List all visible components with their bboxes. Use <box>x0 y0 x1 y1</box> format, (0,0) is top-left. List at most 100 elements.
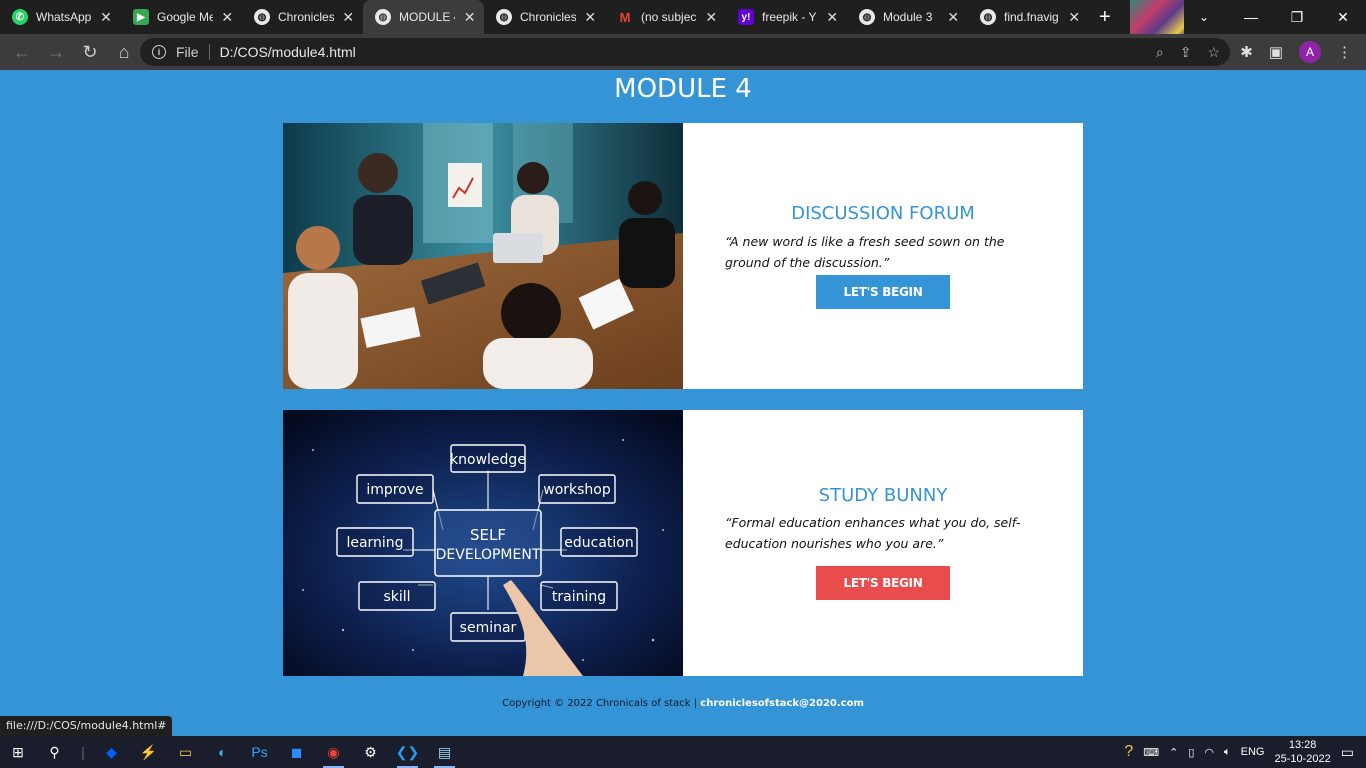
graphic-word: seminar <box>460 620 517 636</box>
meeting-photo <box>283 123 683 389</box>
chrome-icon[interactable]: ◉ <box>315 736 352 768</box>
lets-begin-button[interactable]: LET'S BEGIN <box>816 275 950 309</box>
clock-time: 13:28 <box>1288 739 1317 751</box>
close-window-icon[interactable]: ✕ <box>1320 0 1366 34</box>
back-arrow-icon[interactable]: ← <box>6 36 38 68</box>
tab-find-fnavig[interactable]: ◍ find.fnavig ✕ <box>968 0 1089 34</box>
side-panel-icon[interactable]: ▣ <box>1269 43 1283 61</box>
new-tab-button[interactable]: + <box>1089 0 1121 34</box>
toolbar-right: ✱ ▣ A ⋮ <box>1240 34 1366 70</box>
clock[interactable]: 13:28 25-10-2022 <box>1274 738 1330 766</box>
tab-chronicles-1[interactable]: ◍ Chronicles ✕ <box>242 0 363 34</box>
graphic-center-word-2: DEVELOPMENT <box>436 547 541 563</box>
lets-begin-button[interactable]: LET'S BEGIN <box>816 566 950 600</box>
card-quote: “Formal education enhances what you do, … <box>725 515 1021 551</box>
close-icon[interactable]: ✕ <box>1068 9 1081 26</box>
bookmark-star-icon[interactable]: ☆ <box>1207 44 1220 61</box>
windows-start-icon[interactable]: ⊞ <box>0 736 36 768</box>
share-icon[interactable]: ⇪ <box>1180 44 1192 61</box>
tab-module-4[interactable]: ◍ MODULE 4 ✕ <box>363 0 484 34</box>
tab-gmail[interactable]: M (no subjec ✕ <box>605 0 726 34</box>
tab-google-meet[interactable]: ▶ Google Me ✕ <box>121 0 242 34</box>
tab-freepik[interactable]: y! freepik - Y ✕ <box>726 0 847 34</box>
tab-module-3[interactable]: ◍ Module 3 ✕ <box>847 0 968 34</box>
tab-chronicles-2[interactable]: ◍ Chronicles ✕ <box>484 0 605 34</box>
scheme-label: File <box>176 44 199 60</box>
close-icon[interactable]: ✕ <box>584 9 597 26</box>
zoom-app-icon[interactable]: ◼ <box>278 736 315 768</box>
page-content: MODULE 4 DISCUSSION FORUM “A new word is… <box>0 70 1366 736</box>
browser-toolbar: ← → ↻ ⌂ i File D:/COS/module4.html ⌕ ⇪ ☆ <box>0 34 1366 70</box>
url-text[interactable]: D:/COS/module4.html <box>220 44 356 60</box>
tab-title: MODULE 4 <box>399 10 456 24</box>
edge-icon[interactable]: ◐ <box>204 736 241 768</box>
close-icon[interactable]: ✕ <box>221 9 234 26</box>
gmail-icon: M <box>619 9 631 25</box>
tab-search-chevron-icon[interactable]: ⌄ <box>1184 0 1224 34</box>
close-icon[interactable]: ✕ <box>826 9 839 26</box>
card-heading: STUDY BUNNY <box>818 485 948 506</box>
card-body: STUDY BUNNY “Formal education enhances w… <box>683 410 1083 676</box>
keyboard-icon[interactable]: ⌨ <box>1143 746 1159 759</box>
whatsapp-icon: ✆ <box>12 9 28 25</box>
reload-icon[interactable]: ↻ <box>74 36 106 68</box>
discussion-forum-card: DISCUSSION FORUM “A new word is like a f… <box>283 123 1083 389</box>
tab-title: find.fnavig <box>1004 10 1059 24</box>
home-icon[interactable]: ⌂ <box>108 36 140 68</box>
wifi-icon[interactable]: ◠ <box>1204 746 1214 759</box>
tab-whatsapp[interactable]: ✆ WhatsApp ✕ <box>0 0 121 34</box>
close-icon[interactable]: ✕ <box>99 9 113 26</box>
graphic-word: skill <box>383 589 410 605</box>
graphic-center-word-1: SELF <box>470 526 506 544</box>
vscode-icon[interactable]: ❮❯ <box>389 736 426 768</box>
close-icon[interactable]: ✕ <box>463 9 476 26</box>
footer-email-link[interactable]: chroniclesofstack@2020.com <box>700 698 864 709</box>
close-icon[interactable]: ✕ <box>342 9 355 26</box>
photoshop-icon[interactable]: Ps <box>241 736 278 768</box>
google-meet-icon: ▶ <box>133 9 149 25</box>
windows-taskbar: ⊞ ⚲ | ◆ ⚡ ▭ ◐ Ps ◼ ◉ ⚙ ❮❯ ▤ ? ⌨ ⌃ ▯ ◠ 🔈︎… <box>0 736 1366 768</box>
search-icon[interactable]: ⚲ <box>36 736 73 768</box>
tab-title: Module 3 <box>883 10 933 24</box>
graphic-word: knowledge <box>450 452 526 468</box>
settings-gear-icon[interactable]: ⚙ <box>352 736 389 768</box>
profile-avatar[interactable]: A <box>1299 41 1321 63</box>
minimize-icon[interactable]: — <box>1228 0 1274 34</box>
self-development-graphic: SELF DEVELOPMENT knowledge improve works… <box>283 410 683 676</box>
info-icon[interactable]: i <box>152 45 166 59</box>
page-title: MODULE 4 <box>614 74 752 104</box>
graphic-word: education <box>564 535 633 551</box>
close-icon[interactable]: ✕ <box>947 9 960 26</box>
status-bar-url: file:///D:/COS/module4.html# <box>0 716 173 736</box>
system-tray: ? ⌨ ⌃ ▯ ◠ 🔈︎ ENG 13:28 25-10-2022 ▭ <box>1124 736 1366 768</box>
file-explorer-icon[interactable]: ▭ <box>167 736 204 768</box>
extensions-icon[interactable]: ✱ <box>1240 43 1253 61</box>
address-bar[interactable]: i File D:/COS/module4.html ⌕ ⇪ ☆ <box>140 38 1230 66</box>
notepad-icon[interactable]: ▤ <box>426 736 463 768</box>
close-icon[interactable]: ✕ <box>705 9 718 26</box>
dropbox-icon[interactable]: ◆ <box>93 736 130 768</box>
tab-title: freepik - Y <box>762 10 817 24</box>
window-controls: — ❐ ✕ <box>1228 0 1366 34</box>
zoom-icon[interactable]: ⌕ <box>1156 44 1164 61</box>
study-bunny-card: SELF DEVELOPMENT knowledge improve works… <box>283 410 1083 676</box>
theme-decoration <box>1130 0 1190 34</box>
menu-kebab-icon[interactable]: ⋮ <box>1337 43 1352 61</box>
help-icon[interactable]: ? <box>1124 743 1133 761</box>
meeting-photo-illustration <box>283 123 683 389</box>
self-development-illustration: SELF DEVELOPMENT knowledge improve works… <box>283 410 683 676</box>
chevron-up-icon[interactable]: ⌃ <box>1169 746 1178 759</box>
restore-icon[interactable]: ❐ <box>1274 0 1320 34</box>
battery-icon[interactable]: ▯ <box>1188 746 1194 759</box>
globe-icon: ◍ <box>496 9 512 25</box>
language-indicator[interactable]: ENG <box>1241 746 1265 758</box>
globe-icon: ◍ <box>859 9 875 25</box>
browser-tab-strip: ✆ WhatsApp ✕ ▶ Google Me ✕ ◍ Chronicles … <box>0 0 1366 34</box>
tab-title: WhatsApp <box>36 10 92 24</box>
forward-arrow-icon[interactable]: → <box>40 36 72 68</box>
graphic-word: learning <box>346 535 403 551</box>
power-automate-icon[interactable]: ⚡ <box>130 736 167 768</box>
graphic-word: improve <box>366 482 423 498</box>
notifications-icon[interactable]: ▭ <box>1341 744 1354 761</box>
volume-icon[interactable]: 🔈︎ <box>1224 746 1231 759</box>
